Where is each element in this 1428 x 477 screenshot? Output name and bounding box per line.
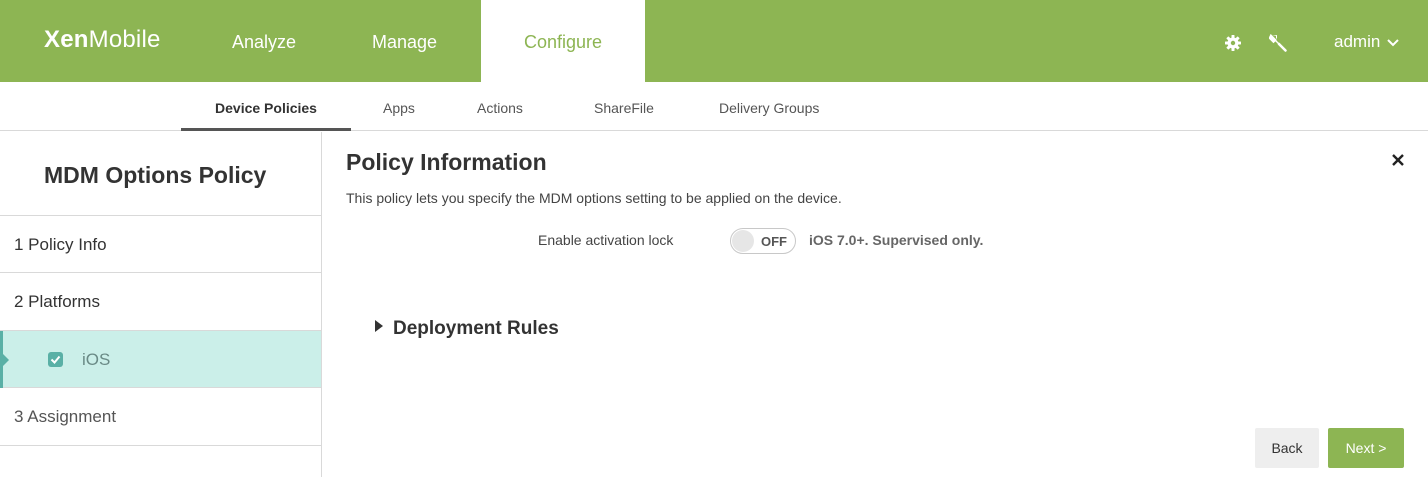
activation-lock-note: iOS 7.0+. Supervised only. bbox=[809, 232, 984, 248]
wizard-sidebar: MDM Options Policy 1 Policy Info 2 Platf… bbox=[0, 132, 322, 477]
step-platform-ios[interactable]: iOS bbox=[0, 331, 321, 388]
expand-triangle-icon bbox=[375, 320, 383, 332]
toggle-knob bbox=[732, 230, 754, 252]
sub-nav: Device Policies Apps Actions ShareFile D… bbox=[0, 82, 1428, 131]
tab-delivery-groups[interactable]: Delivery Groups bbox=[719, 82, 819, 131]
selection-arrow-icon bbox=[3, 354, 9, 366]
tab-apps[interactable]: Apps bbox=[383, 82, 415, 131]
ios-label: iOS bbox=[82, 350, 111, 369]
nav-analyze[interactable]: Analyze bbox=[232, 0, 296, 82]
tab-sharefile[interactable]: ShareFile bbox=[594, 82, 654, 131]
page-title: Policy Information bbox=[346, 149, 547, 175]
next-button[interactable]: Next > bbox=[1328, 428, 1404, 468]
user-menu[interactable]: admin bbox=[1334, 0, 1400, 82]
activation-lock-label: Enable activation lock bbox=[538, 232, 674, 248]
deployment-rules-toggle[interactable]: Deployment Rules bbox=[375, 318, 559, 340]
gear-icon[interactable] bbox=[1225, 35, 1241, 51]
close-icon[interactable] bbox=[1390, 152, 1406, 168]
step-policy-info[interactable]: 1 Policy Info bbox=[0, 216, 321, 273]
step-platforms[interactable]: 2 Platforms bbox=[0, 273, 321, 331]
user-name: admin bbox=[1334, 32, 1381, 51]
ios-checkbox[interactable] bbox=[48, 352, 63, 367]
step-assignment[interactable]: 3 Assignment bbox=[0, 388, 321, 446]
back-button[interactable]: Back bbox=[1255, 428, 1319, 468]
deployment-rules-label: Deployment Rules bbox=[393, 318, 559, 339]
toggle-state: OFF bbox=[761, 234, 787, 249]
chevron-down-icon bbox=[1387, 38, 1400, 46]
xenmobile-logo: XenMobile bbox=[44, 26, 161, 53]
page-description: This policy lets you specify the MDM opt… bbox=[346, 190, 842, 206]
policy-title: MDM Options Policy bbox=[0, 132, 321, 216]
top-bar: XenMobile Analyze Manage Configure admin bbox=[0, 0, 1428, 82]
tab-device-policies[interactable]: Device Policies bbox=[181, 82, 351, 131]
nav-configure[interactable]: Configure bbox=[481, 0, 645, 82]
tab-actions[interactable]: Actions bbox=[477, 82, 523, 131]
nav-manage[interactable]: Manage bbox=[372, 0, 437, 82]
activation-lock-toggle[interactable]: OFF bbox=[730, 228, 796, 254]
wrench-icon[interactable] bbox=[1268, 33, 1287, 52]
